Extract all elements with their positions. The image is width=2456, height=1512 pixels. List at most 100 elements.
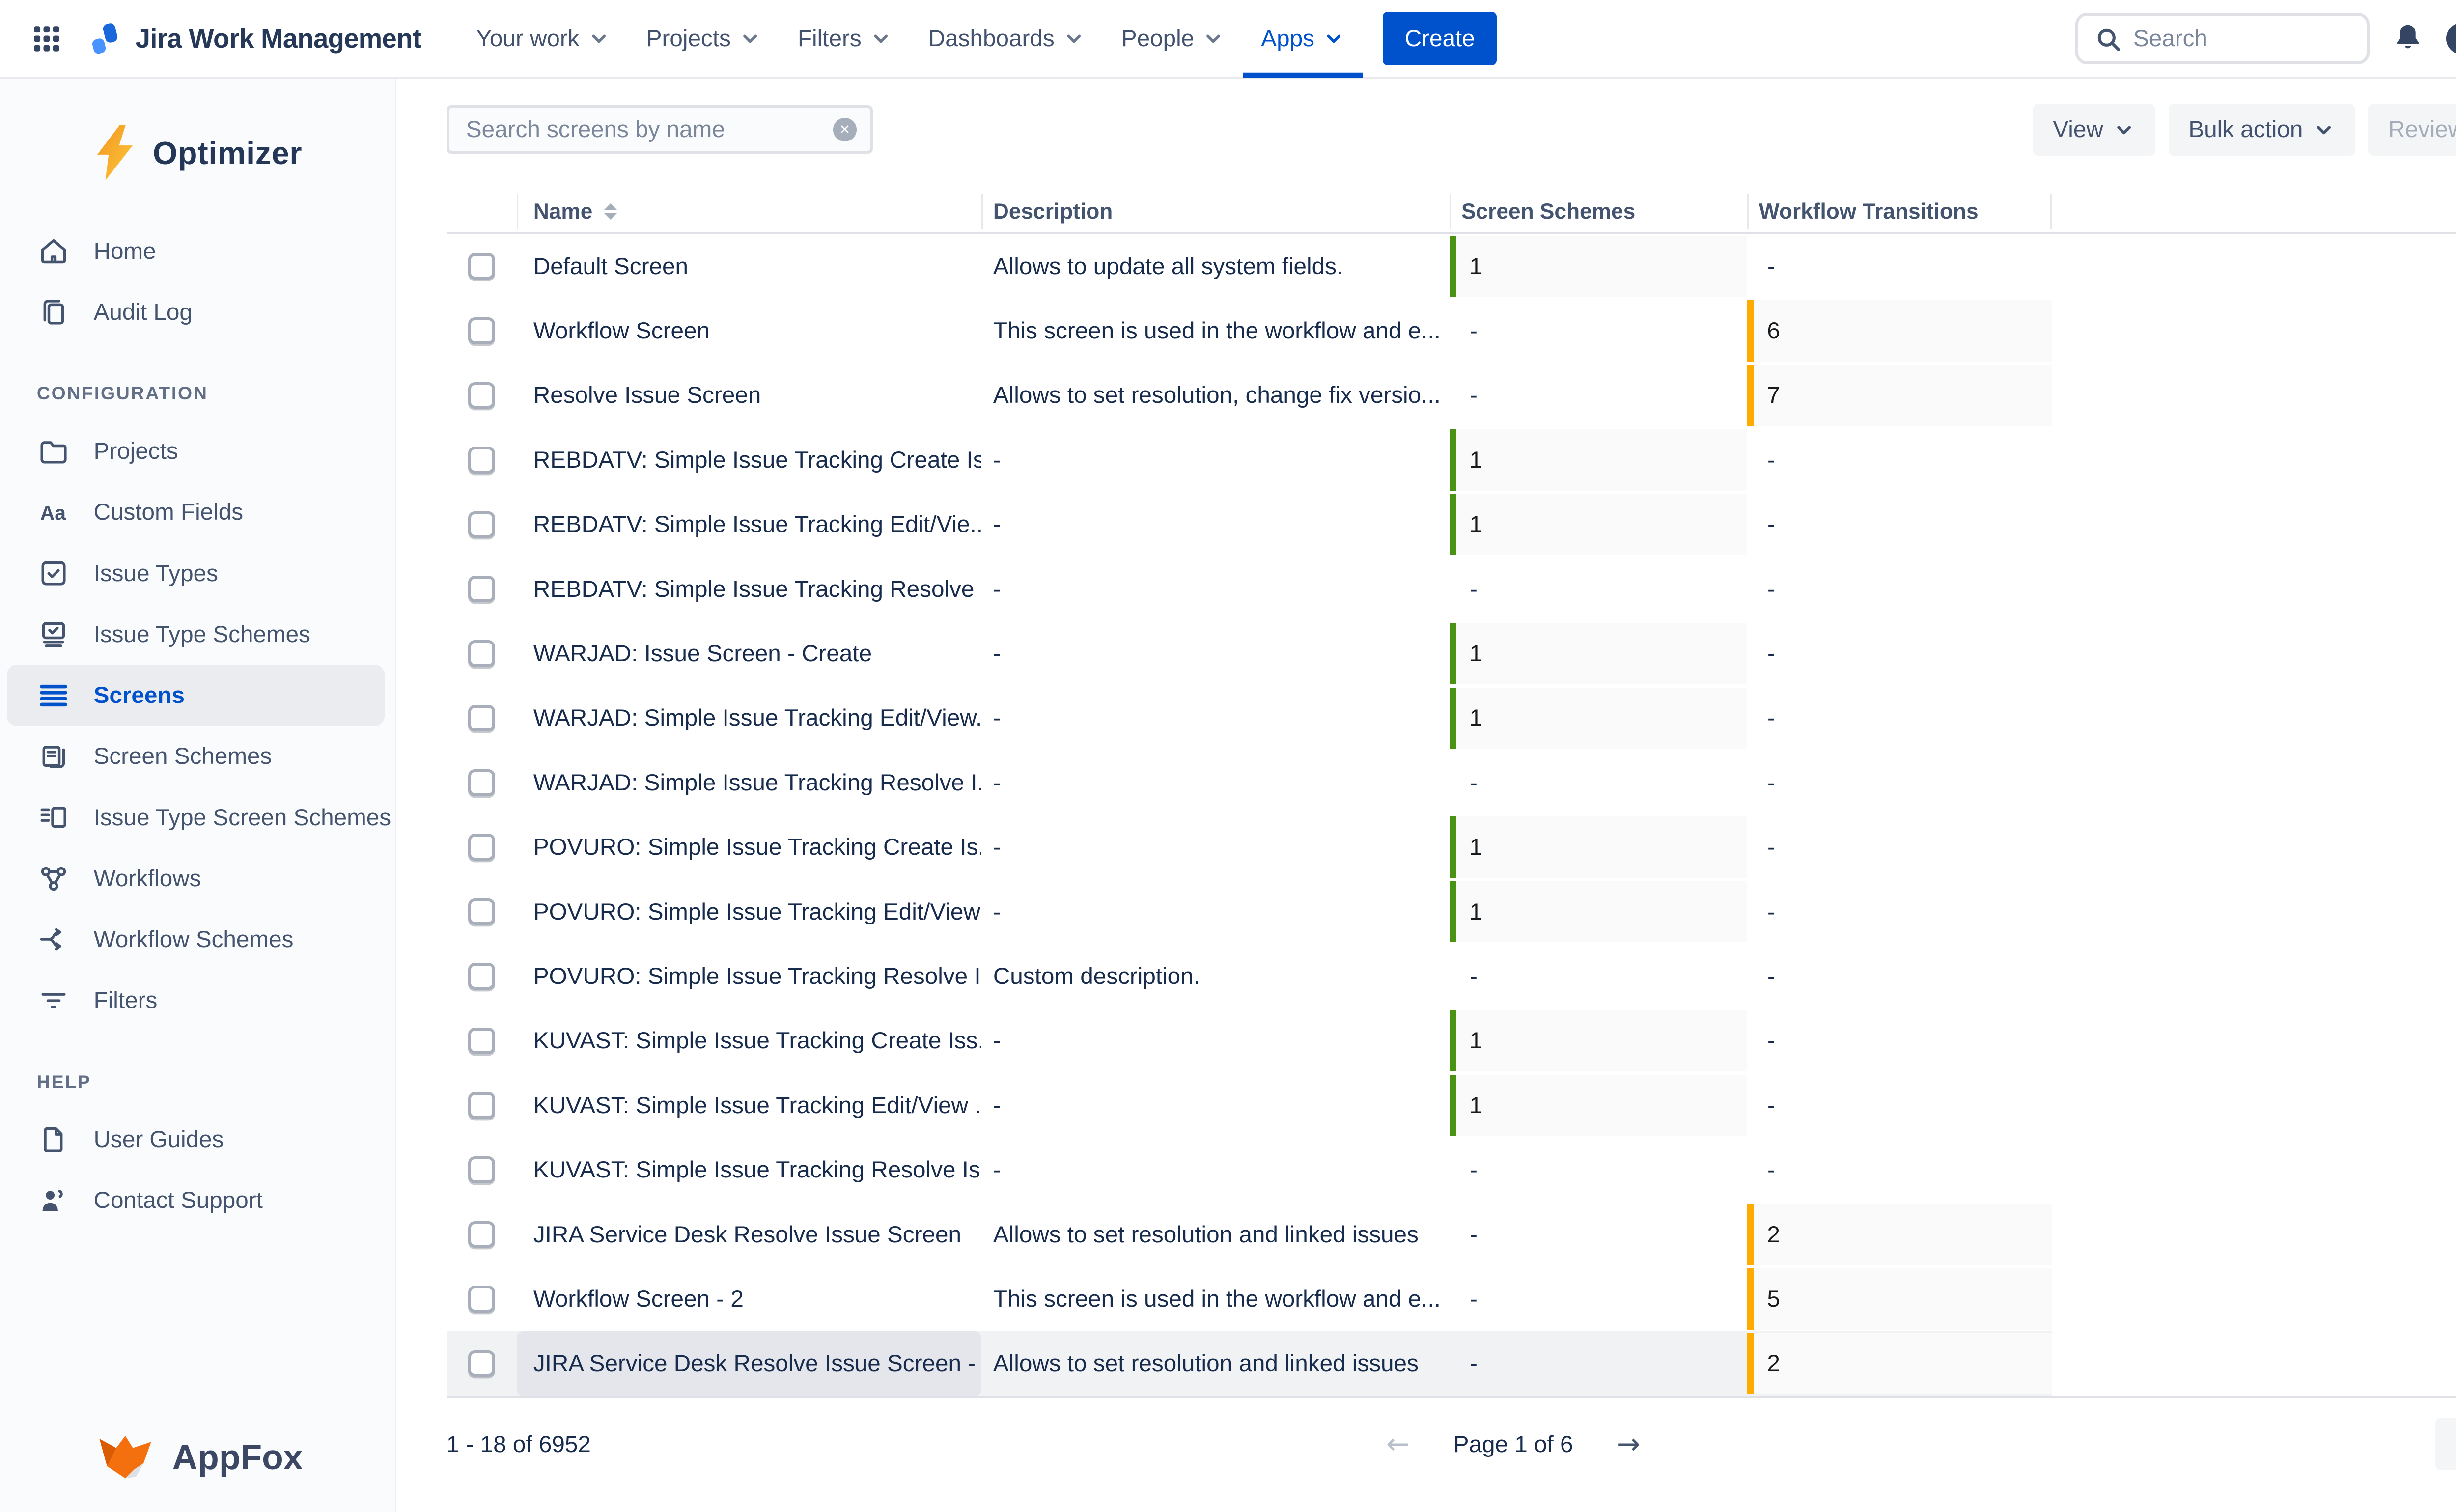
table-row[interactable]: WARJAD: Simple Issue Tracking Resolve I.… bbox=[447, 751, 2052, 815]
prev-page-arrow-icon[interactable]: ← bbox=[1386, 1430, 1410, 1458]
row-checkbox[interactable] bbox=[468, 576, 495, 602]
global-search[interactable] bbox=[2075, 13, 2370, 65]
screen-schemes-cell: 1 bbox=[1450, 879, 1747, 944]
workflow-transitions-cell: - bbox=[1747, 428, 2052, 492]
table-row[interactable]: REBDATV: Simple Issue Tracking Create Is… bbox=[447, 428, 2052, 492]
sidebar-item-filters[interactable]: Filters bbox=[0, 970, 395, 1031]
row-checkbox[interactable] bbox=[468, 1350, 495, 1377]
sidebar-item-label: Home bbox=[94, 238, 156, 265]
app-switcher-icon[interactable] bbox=[24, 15, 70, 62]
row-checkbox-cell bbox=[447, 944, 517, 1008]
table-row[interactable]: WARJAD: Issue Screen - Create-1- bbox=[447, 621, 2052, 686]
row-checkbox[interactable] bbox=[468, 382, 495, 409]
table-row[interactable]: REBDATV: Simple Issue Tracking Edit/Vie.… bbox=[447, 492, 2052, 557]
screen-description: - bbox=[981, 815, 1450, 879]
sidebar-item-screens[interactable]: Screens bbox=[7, 665, 385, 726]
column-header-name[interactable]: Name bbox=[517, 191, 981, 232]
row-checkbox[interactable] bbox=[468, 769, 495, 796]
workflow-transitions-cell: 6 bbox=[1747, 299, 2052, 363]
table-row[interactable]: WARJAD: Simple Issue Tracking Edit/View.… bbox=[447, 686, 2052, 750]
row-checkbox[interactable] bbox=[468, 1221, 495, 1248]
row-checkbox[interactable] bbox=[468, 511, 495, 538]
table-row[interactable]: JIRA Service Desk Resolve Issue ScreenAl… bbox=[447, 1202, 2052, 1266]
issue-type-schemes-icon bbox=[37, 617, 70, 651]
jira-logo[interactable]: Jira Work Management bbox=[87, 20, 421, 57]
pager: ← Page 1 of 6 → bbox=[1386, 1430, 1641, 1458]
sidebar-item-issue-type-screen-schemes[interactable]: Issue Type Screen Schemes bbox=[0, 787, 395, 848]
nav-item-your-work[interactable]: Your work bbox=[458, 0, 628, 78]
screen-name: REBDATV: Simple Issue Tracking Resolve I… bbox=[517, 557, 981, 621]
row-checkbox-cell bbox=[447, 363, 517, 427]
row-checkbox[interactable] bbox=[468, 447, 495, 473]
screen-name: KUVAST: Simple Issue Tracking Edit/View … bbox=[517, 1073, 981, 1138]
review-changes-button[interactable]: Review changes bbox=[2368, 104, 2456, 156]
row-checkbox[interactable] bbox=[468, 705, 495, 731]
notifications-bell-icon[interactable] bbox=[2391, 22, 2425, 55]
sidebar-item-contact-support[interactable]: Contact Support bbox=[0, 1170, 395, 1231]
search-icon bbox=[2095, 26, 2120, 51]
row-checkbox[interactable] bbox=[468, 253, 495, 280]
create-button[interactable]: Create bbox=[1383, 12, 1497, 65]
screen-name: WARJAD: Simple Issue Tracking Resolve I.… bbox=[517, 751, 981, 815]
row-checkbox[interactable] bbox=[468, 1286, 495, 1312]
sidebar-item-audit-log[interactable]: Audit Log bbox=[0, 282, 395, 343]
row-checkbox[interactable] bbox=[468, 1028, 495, 1054]
sidebar-item-projects[interactable]: Projects bbox=[0, 420, 395, 481]
sidebar-item-workflows[interactable]: Workflows bbox=[0, 848, 395, 909]
main-content: ✕ View Bulk action Review changes Name bbox=[396, 79, 2456, 1512]
column-header-screen-schemes: Screen Schemes bbox=[1450, 191, 1747, 232]
table-row[interactable]: KUVAST: Simple Issue Tracking Resolve Is… bbox=[447, 1138, 2052, 1202]
screen-description: This screen is used in the workflow and … bbox=[981, 299, 1450, 363]
table-row[interactable]: Resolve Issue ScreenAllows to set resolu… bbox=[447, 363, 2052, 427]
nav-item-people[interactable]: People bbox=[1103, 0, 1242, 78]
row-checkbox[interactable] bbox=[468, 1156, 495, 1183]
table-row[interactable]: JIRA Service Desk Resolve Issue Screen -… bbox=[447, 1331, 2052, 1396]
screens-search-input[interactable] bbox=[466, 116, 833, 143]
row-checkbox-cell bbox=[447, 428, 517, 492]
sidebar-item-home[interactable]: Home bbox=[0, 221, 395, 281]
table-row[interactable]: Workflow Screen - 2This screen is used i… bbox=[447, 1267, 2052, 1331]
sidebar-item-workflow-schemes[interactable]: Workflow Schemes bbox=[0, 909, 395, 970]
row-checkbox[interactable] bbox=[468, 898, 495, 925]
next-page-arrow-icon[interactable]: → bbox=[1617, 1430, 1640, 1458]
row-checkbox[interactable] bbox=[468, 1092, 495, 1119]
table-row[interactable]: KUVAST: Simple Issue Tracking Edit/View … bbox=[447, 1073, 2052, 1138]
nav-item-apps[interactable]: Apps bbox=[1243, 0, 1363, 78]
sidebar-item-custom-fields[interactable]: AaCustom Fields bbox=[0, 482, 395, 543]
table-row[interactable]: POVURO: Simple Issue Tracking Create Is.… bbox=[447, 815, 2052, 879]
sidebar-item-user-guides[interactable]: User Guides bbox=[0, 1109, 395, 1170]
nav-item-label: Your work bbox=[476, 25, 579, 52]
row-checkbox[interactable] bbox=[468, 640, 495, 667]
screen-name: Workflow Screen - 2 bbox=[517, 1267, 981, 1331]
chevron-down-icon bbox=[1063, 28, 1085, 49]
sidebar-section-heading: HELP bbox=[0, 1071, 395, 1092]
table-row[interactable]: POVURO: Simple Issue Tracking Edit/View.… bbox=[447, 879, 2052, 944]
row-checkbox[interactable] bbox=[468, 963, 495, 989]
help-icon[interactable]: ? bbox=[2446, 23, 2456, 55]
sidebar-item-label: Screen Schemes bbox=[94, 743, 272, 770]
global-search-input[interactable] bbox=[2133, 25, 2334, 52]
nav-item-projects[interactable]: Projects bbox=[628, 0, 779, 78]
sidebar-item-screen-schemes[interactable]: Screen Schemes bbox=[0, 726, 395, 787]
nav-item-dashboards[interactable]: Dashboards bbox=[910, 0, 1103, 78]
workflow-transitions-cell-value: 5 bbox=[1747, 1268, 2052, 1330]
table-row[interactable]: POVURO: Simple Issue Tracking Resolve I.… bbox=[447, 944, 2052, 1008]
table-row[interactable]: KUVAST: Simple Issue Tracking Create Iss… bbox=[447, 1008, 2052, 1073]
screens-search[interactable]: ✕ bbox=[447, 105, 873, 154]
table-header: Name Description Screen Schemes Workflow… bbox=[447, 191, 2052, 232]
sidebar-item-label: Custom Fields bbox=[94, 499, 243, 526]
view-button[interactable]: View bbox=[2033, 104, 2155, 156]
row-checkbox[interactable] bbox=[468, 834, 495, 860]
nav-item-filters[interactable]: Filters bbox=[780, 0, 910, 78]
table-row[interactable]: REBDATV: Simple Issue Tracking Resolve I… bbox=[447, 557, 2052, 621]
table-row[interactable]: Default ScreenAllows to update all syste… bbox=[447, 234, 2052, 299]
clear-search-icon[interactable]: ✕ bbox=[833, 118, 857, 141]
bulk-action-button[interactable]: Bulk action bbox=[2169, 104, 2355, 156]
sidebar-item-issue-type-schemes[interactable]: Issue Type Schemes bbox=[0, 604, 395, 665]
sidebar-item-issue-types[interactable]: Issue Types bbox=[0, 543, 395, 604]
row-checkbox[interactable] bbox=[468, 317, 495, 344]
filters-icon bbox=[37, 984, 70, 1017]
table-row[interactable]: Workflow ScreenThis screen is used in th… bbox=[447, 299, 2052, 363]
sort-icon bbox=[604, 203, 617, 220]
export-button[interactable]: Export bbox=[2435, 1418, 2456, 1470]
